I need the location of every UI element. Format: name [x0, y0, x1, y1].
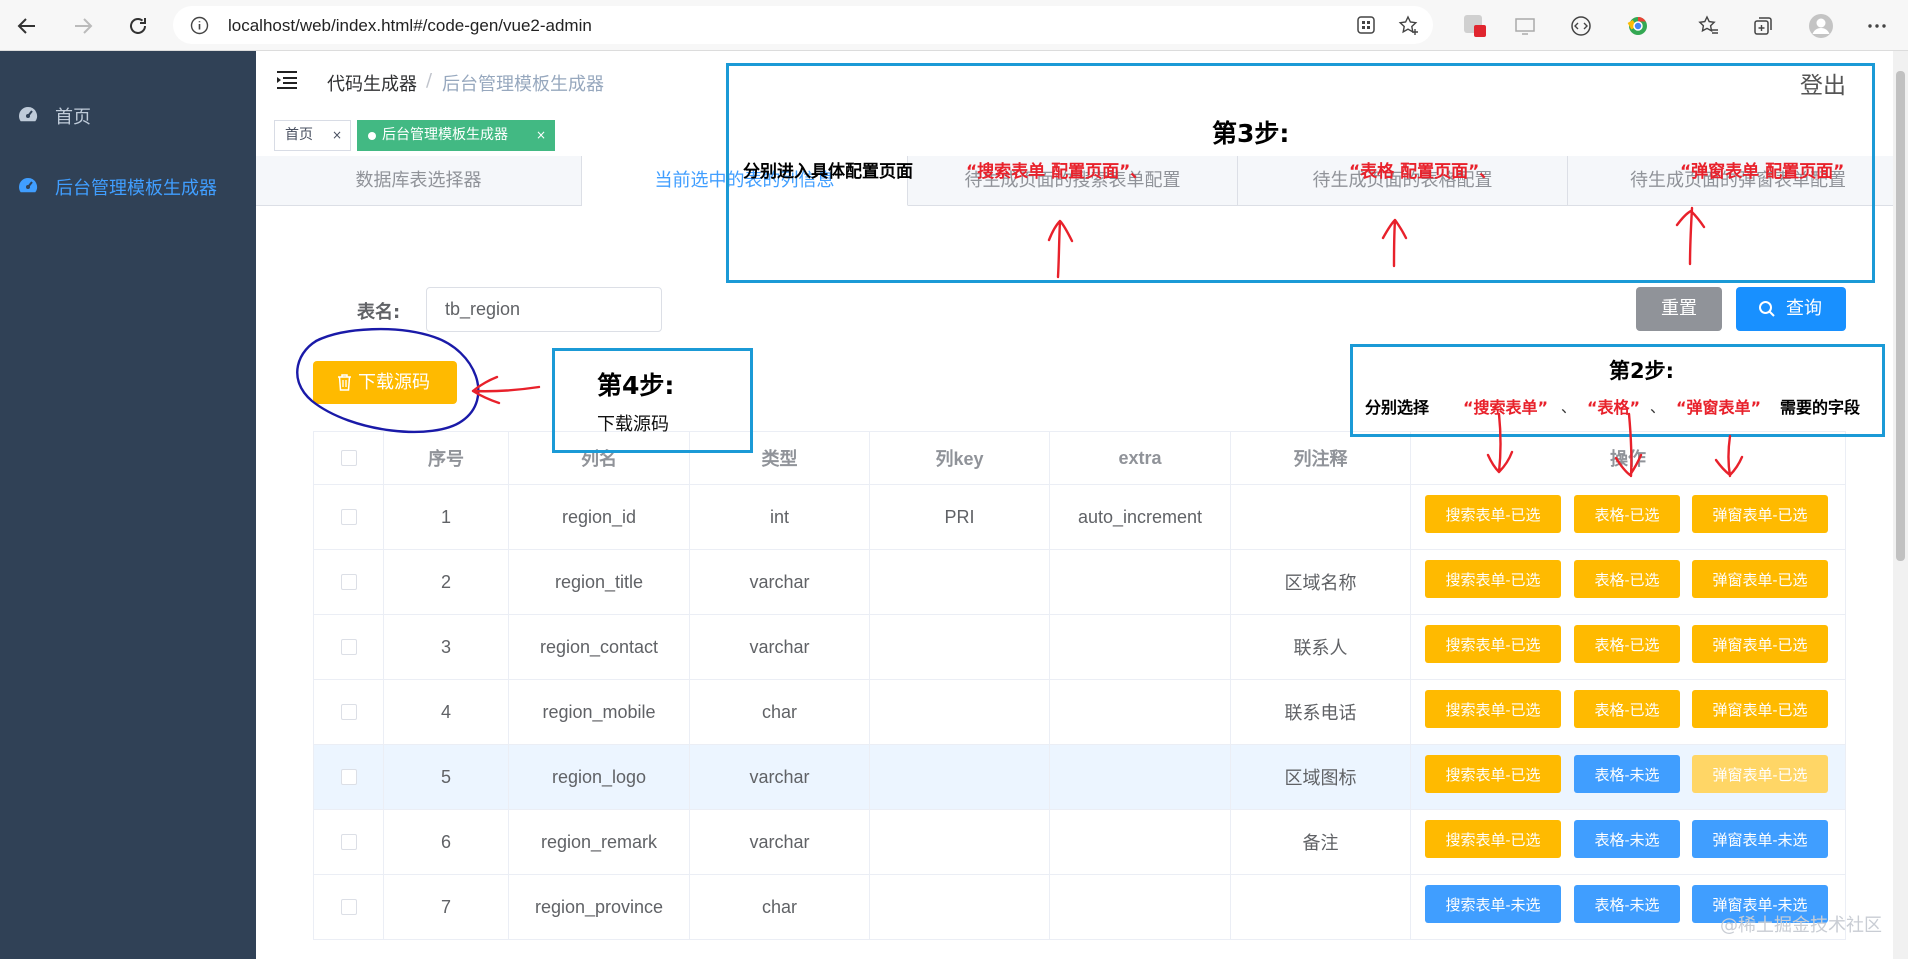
arrow-down-icon [1486, 412, 1514, 474]
arrow-up-icon [1675, 206, 1706, 266]
scrollbar[interactable] [1893, 51, 1908, 959]
arrow-down-icon [1714, 434, 1744, 478]
arrow-up-icon [1381, 218, 1408, 268]
arrow-up-icon [1047, 219, 1074, 279]
hand-drawn-annotations [296, 206, 1744, 478]
arrow-left-icon [471, 375, 541, 405]
download-circle-stroke [296, 327, 480, 434]
watermark: @稀土掘金技术社区 [1720, 915, 1882, 936]
arrow-down-icon [1614, 412, 1643, 478]
scrollbar-thumb[interactable] [1896, 71, 1905, 561]
